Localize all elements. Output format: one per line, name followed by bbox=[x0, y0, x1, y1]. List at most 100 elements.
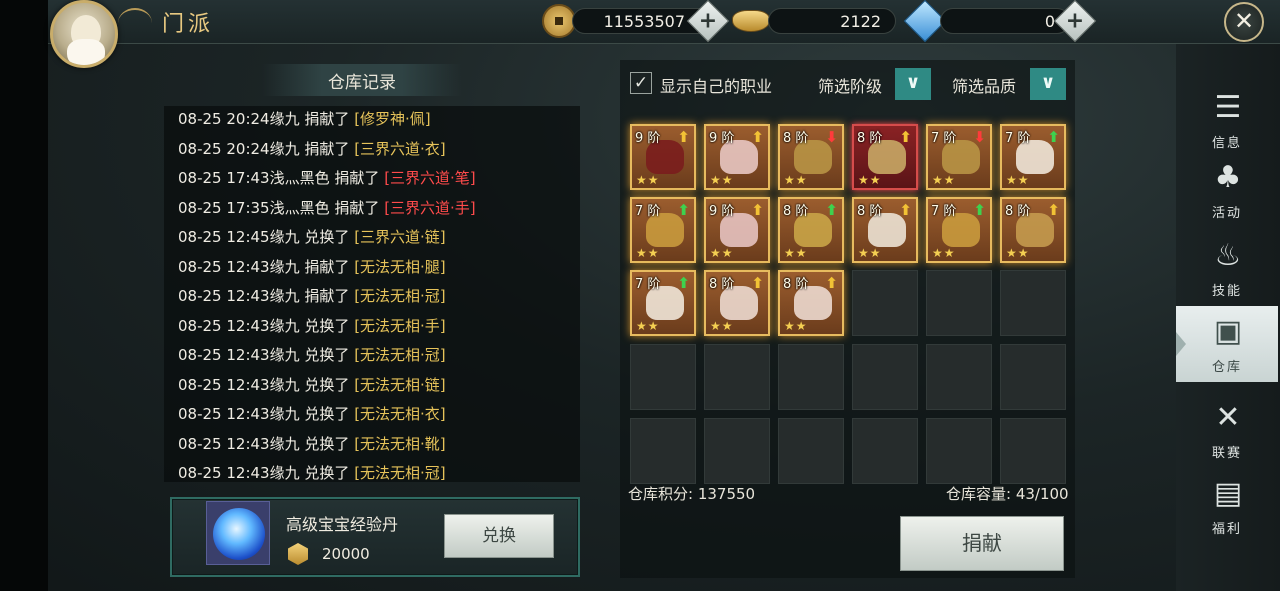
menu-item-4[interactable]: ✕ 联赛 bbox=[1176, 392, 1278, 468]
menu-item-5[interactable]: ▤ 福利 bbox=[1176, 468, 1278, 544]
warehouse-item-slot[interactable]: 7 阶 ⬆ ★★ bbox=[1000, 124, 1066, 190]
record-action: 兑换了 bbox=[304, 346, 350, 364]
warehouse-item-slot[interactable]: 8 阶 ⬆ ★★ bbox=[1000, 197, 1066, 263]
record-user: 浅灬黑色 bbox=[269, 198, 330, 217]
record-user: 缘九 bbox=[269, 316, 300, 335]
close-button[interactable]: ✕ bbox=[1224, 2, 1264, 42]
warehouse-item-slot[interactable]: 7 阶 ⬆ ★★ bbox=[926, 197, 992, 263]
warehouse-item-slot[interactable]: 9 阶 ⬆ ★★ bbox=[704, 124, 770, 190]
record-item[interactable]: [无法无相·冠] bbox=[354, 464, 445, 482]
item-tier: 8 阶 bbox=[783, 204, 809, 219]
arrow-down-icon: ⬇ bbox=[825, 128, 838, 146]
record-user: 缘九 bbox=[269, 110, 300, 128]
exchange-button[interactable]: 兑换 bbox=[444, 514, 554, 558]
record-time: 08-25 12:43 bbox=[178, 257, 270, 276]
record-item[interactable]: [无法无相·链] bbox=[354, 376, 445, 394]
record-row: 08-25 17:35浅灬黑色 捐献了 [三界六道·手] bbox=[178, 193, 476, 223]
record-list[interactable]: 08-25 20:24缘九 捐献了 [修罗神·佩] 08-25 20:24缘九 捐… bbox=[164, 106, 580, 482]
empty-slot[interactable] bbox=[1000, 344, 1066, 410]
filter-quality-dropdown[interactable]: ∨ bbox=[1030, 68, 1066, 100]
empty-slot[interactable] bbox=[852, 344, 918, 410]
warehouse-item-slot[interactable]: 9 阶 ⬆ ★★ bbox=[630, 124, 696, 190]
record-action: 捐献了 bbox=[304, 287, 350, 305]
record-item[interactable]: [无法无相·靴] bbox=[354, 435, 445, 453]
arrow-up-icon: ⬆ bbox=[1047, 201, 1060, 219]
record-item[interactable]: [三界六道·手] bbox=[384, 199, 475, 217]
warehouse-item-slot[interactable]: 8 阶 ⬆ ★★ bbox=[852, 124, 918, 190]
star-rating-icon: ★★ bbox=[784, 319, 808, 333]
arrow-up-icon: ⬆ bbox=[973, 201, 986, 219]
record-user: 缘九 bbox=[269, 405, 300, 423]
item-tier: 8 阶 bbox=[857, 131, 883, 146]
empty-slot[interactable] bbox=[926, 418, 992, 484]
record-item[interactable]: [三界六道·衣] bbox=[354, 140, 445, 158]
star-rating-icon: ★★ bbox=[710, 246, 734, 260]
sect-avatar-icon[interactable] bbox=[50, 0, 118, 68]
empty-slot[interactable] bbox=[1000, 418, 1066, 484]
record-time: 08-25 12:45 bbox=[178, 228, 270, 246]
empty-slot[interactable] bbox=[852, 270, 918, 336]
menu-item-3[interactable]: ▣ 仓库 bbox=[1176, 306, 1278, 382]
record-user: 浅灬黑色 bbox=[269, 169, 330, 187]
empty-slot[interactable] bbox=[778, 418, 844, 484]
warehouse-item-slot[interactable]: 8 阶 ⬆ ★★ bbox=[778, 270, 844, 336]
warehouse-item-slot[interactable]: 8 阶 ⬆ ★★ bbox=[852, 197, 918, 263]
empty-slot[interactable] bbox=[926, 344, 992, 410]
warehouse-item-slot[interactable]: 9 阶 ⬆ ★★ bbox=[704, 197, 770, 263]
record-item[interactable]: [无法无相·冠] bbox=[354, 287, 445, 305]
stage: 门派 11553507 + 2122 0 + ✕ 仓库记录 08-25 20:2… bbox=[0, 0, 1280, 591]
menu-item-label: 信息 bbox=[1211, 136, 1242, 151]
record-item[interactable]: [修罗神·佩] bbox=[354, 110, 430, 128]
checkmark-icon: ✓ bbox=[633, 73, 649, 93]
star-rating-icon: ★★ bbox=[932, 173, 956, 187]
record-item[interactable]: [无法无相·冠] bbox=[354, 346, 445, 364]
menu-item-1[interactable]: ♣ 活动 bbox=[1176, 152, 1278, 228]
record-item[interactable]: [三界六道·笔] bbox=[384, 169, 475, 187]
chest-icon: ▣ bbox=[1213, 314, 1243, 349]
warehouse-item-slot[interactable]: 7 阶 ⬇ ★★ bbox=[926, 124, 992, 190]
chevron-down-icon: ∨ bbox=[1040, 72, 1056, 93]
record-row: 08-25 12:43缘九 兑换了 [无法无相·冠] bbox=[178, 340, 446, 370]
warehouse-item-slot[interactable]: 8 阶 ⬆ ★★ bbox=[778, 197, 844, 263]
copper-value: 11553507 bbox=[603, 12, 685, 31]
warehouse-item-slot[interactable]: 7 阶 ⬆ ★★ bbox=[630, 197, 696, 263]
warehouse-item-slot[interactable]: 8 阶 ⬆ ★★ bbox=[704, 270, 770, 336]
empty-slot[interactable] bbox=[852, 418, 918, 484]
empty-slot[interactable] bbox=[926, 270, 992, 336]
empty-slot[interactable] bbox=[630, 418, 696, 484]
reward-panel: 高级宝宝经验丹 20000 兑换 bbox=[170, 497, 580, 577]
item-tier: 8 阶 bbox=[1005, 204, 1031, 219]
record-item[interactable]: [无法无相·手] bbox=[354, 317, 445, 335]
star-rating-icon: ★★ bbox=[1006, 246, 1030, 260]
record-item[interactable]: [三界六道·链] bbox=[354, 228, 445, 246]
menu-item-2[interactable]: ♨ 技能 bbox=[1176, 230, 1278, 306]
arrow-up-icon: ⬆ bbox=[1047, 128, 1060, 146]
record-user: 缘九 bbox=[269, 375, 300, 394]
empty-slot[interactable] bbox=[704, 344, 770, 410]
arrow-up-icon: ⬆ bbox=[677, 128, 690, 146]
filter-tier-dropdown[interactable]: ∨ bbox=[895, 68, 931, 100]
copper-coin-icon bbox=[542, 4, 576, 38]
empty-slot[interactable] bbox=[630, 344, 696, 410]
empty-slot[interactable] bbox=[778, 344, 844, 410]
empty-slot[interactable] bbox=[704, 418, 770, 484]
item-tier: 9 阶 bbox=[635, 131, 661, 146]
warehouse-item-slot[interactable]: 8 阶 ⬇ ★★ bbox=[778, 124, 844, 190]
record-item[interactable]: [无法无相·衣] bbox=[354, 405, 445, 423]
menu-item-0[interactable]: ☰ 信息 bbox=[1176, 82, 1278, 158]
record-row: 08-25 12:43缘九 兑换了 [无法无相·手] bbox=[178, 311, 446, 341]
menu-item-label: 联赛 bbox=[1211, 446, 1242, 461]
warehouse-item-slot[interactable]: 7 阶 ⬆ ★★ bbox=[630, 270, 696, 336]
warehouse-capacity: 仓库容量: 43/100 bbox=[946, 485, 1069, 503]
record-time: 08-25 12:43 bbox=[178, 316, 270, 335]
gift-chest-icon: ▤ bbox=[1213, 476, 1243, 511]
record-item[interactable]: [无法无相·腿] bbox=[354, 258, 445, 276]
show-class-checkbox[interactable]: ✓ bbox=[630, 72, 652, 94]
reward-item-frame[interactable] bbox=[206, 501, 270, 565]
diamond-display: 0 bbox=[940, 8, 1070, 34]
empty-slot[interactable] bbox=[1000, 270, 1066, 336]
donate-button[interactable]: 捐献 bbox=[900, 516, 1064, 571]
arrow-up-icon: ⬆ bbox=[825, 201, 838, 219]
record-action: 捐献了 bbox=[304, 139, 350, 158]
arrow-up-icon: ⬆ bbox=[751, 274, 764, 292]
